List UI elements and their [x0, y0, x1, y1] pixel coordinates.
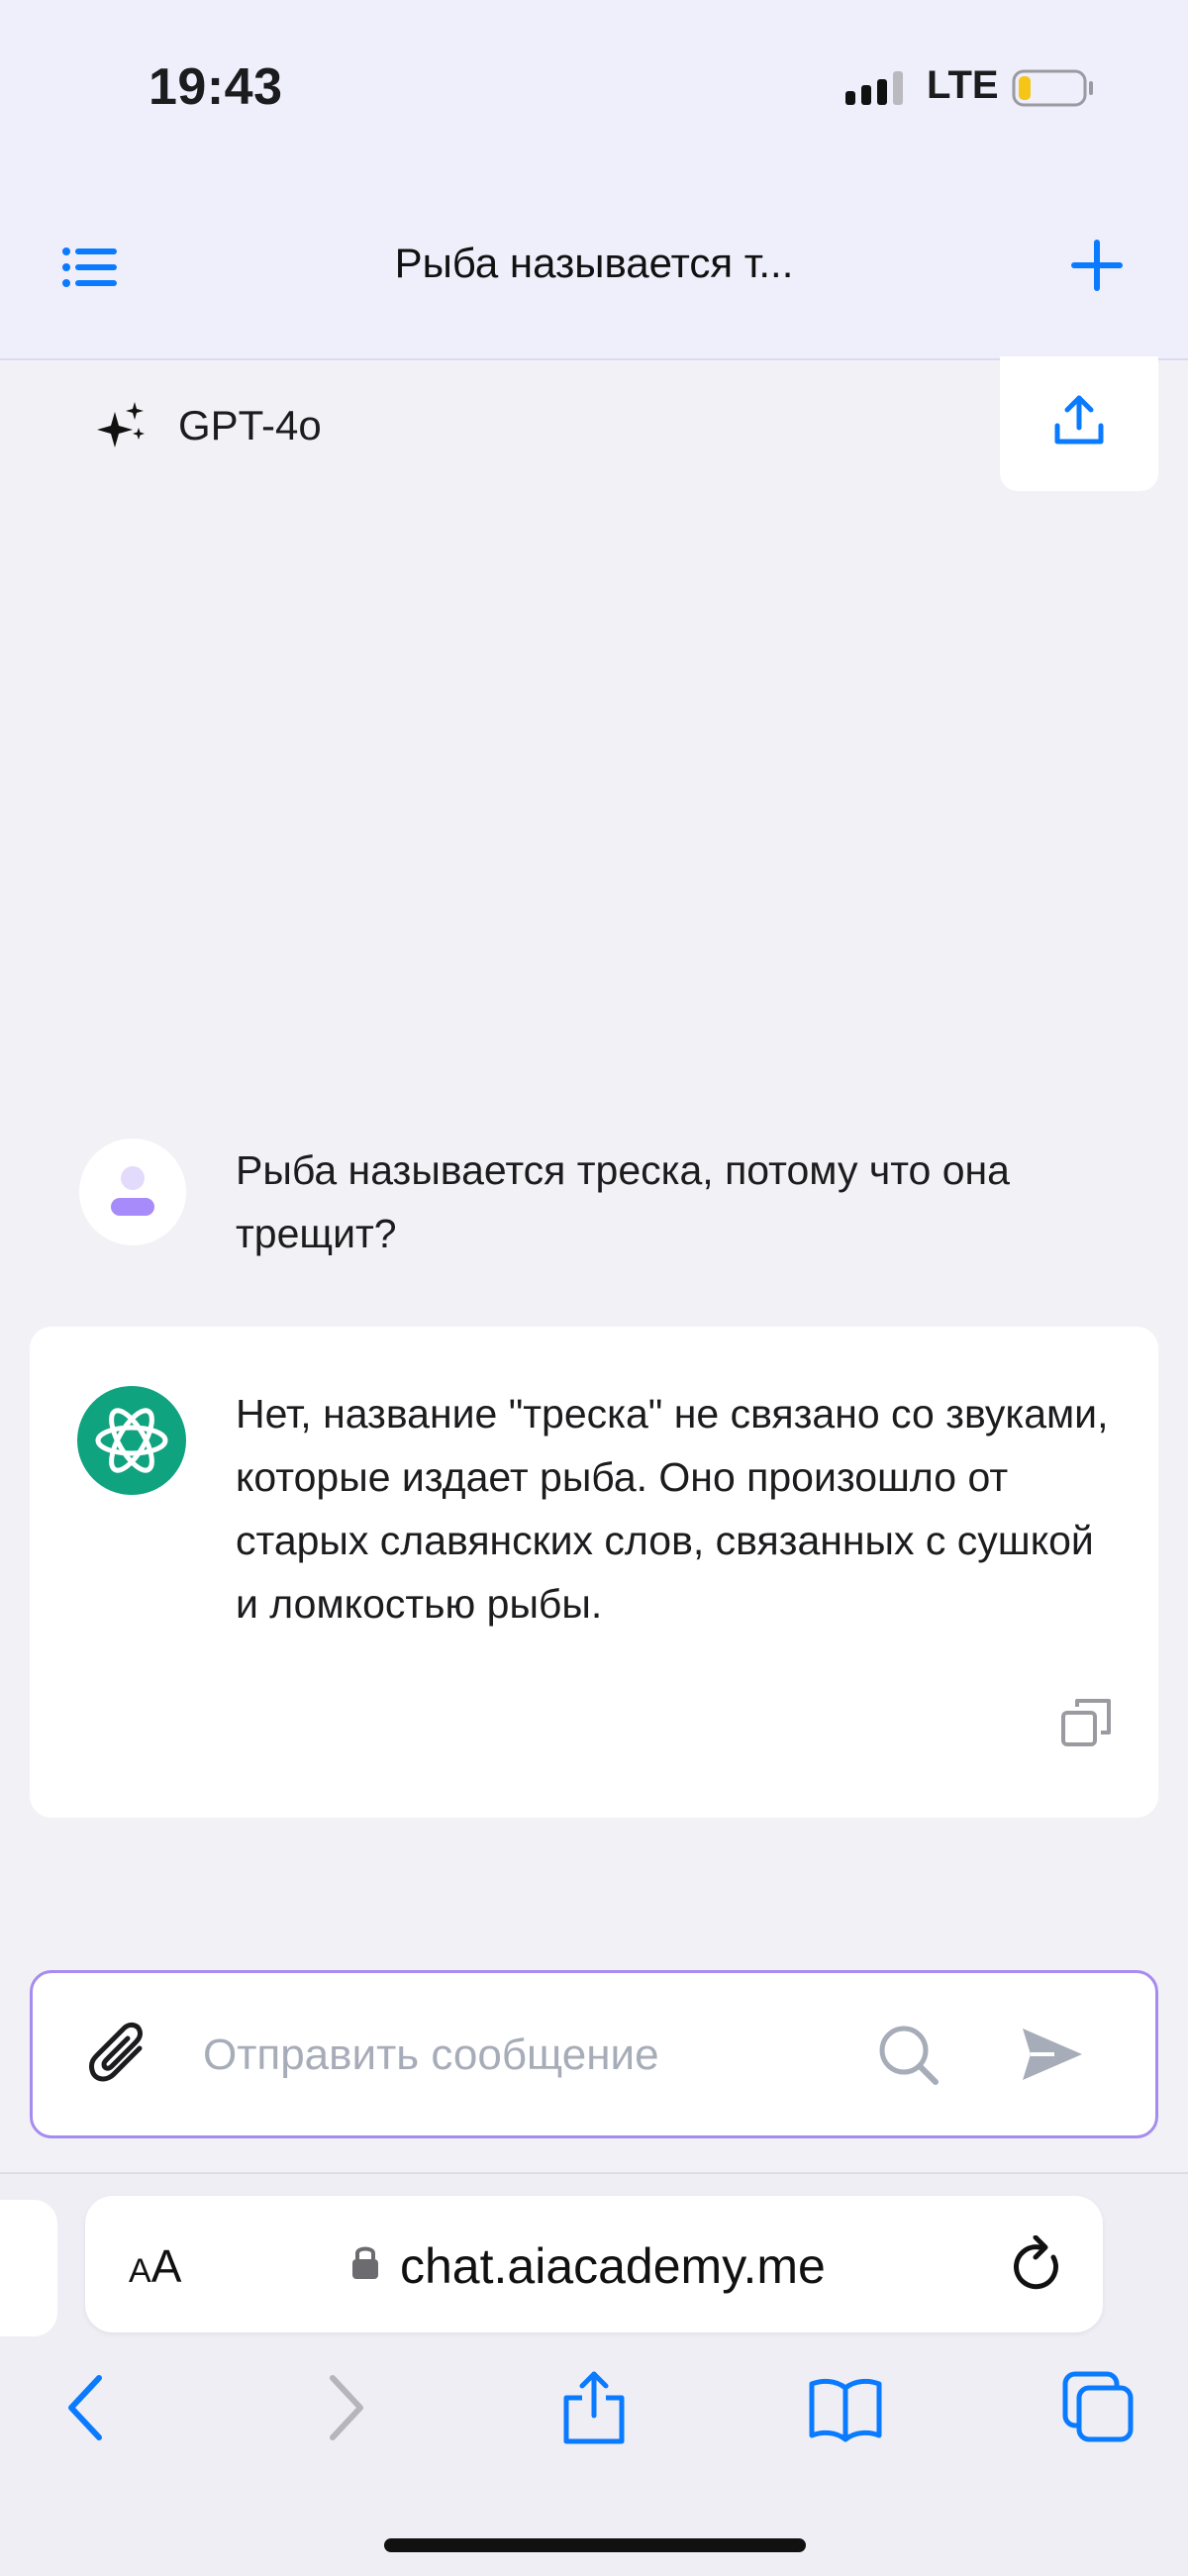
text-size-label-small: A [129, 2252, 151, 2290]
forward-arrow-icon[interactable] [307, 2370, 382, 2445]
upload-icon [1054, 395, 1104, 445]
network-type: LTE [927, 63, 999, 107]
list-menu-icon[interactable] [61, 246, 119, 289]
home-indicator [384, 2538, 806, 2552]
battery-icon [1012, 69, 1093, 107]
message-composer [30, 1970, 1158, 2138]
sparkles-icon [97, 402, 145, 447]
user-avatar [79, 1139, 186, 1245]
assistant-avatar [77, 1386, 186, 1495]
message-input[interactable] [203, 2013, 856, 2098]
back-arrow-icon[interactable] [50, 2370, 125, 2445]
user-message-text: Рыба называется треска, потому что она т… [236, 1147, 1010, 1256]
address-bar[interactable]: AA chat.aiacademy.me [85, 2196, 1103, 2332]
share-sheet-icon[interactable] [556, 2370, 632, 2445]
bookmarks-icon[interactable] [808, 2370, 883, 2445]
model-label[interactable]: GPT-4o [178, 402, 322, 449]
plus-icon[interactable] [1069, 238, 1125, 293]
tabs-icon[interactable] [1061, 2370, 1137, 2445]
text-size-button[interactable]: AA [129, 2239, 181, 2293]
chat-title: Рыба называется т... [394, 240, 794, 286]
lock-icon [352, 2246, 378, 2279]
cellular-signal-icon [845, 71, 903, 105]
browser-bottom-bar: AA chat.aiacademy.me [0, 2172, 1188, 2576]
user-icon [111, 1166, 154, 1216]
paperclip-icon[interactable] [84, 2019, 153, 2090]
text-size-label-large: A [150, 2240, 182, 2292]
assistant-message-text: Нет, название "треска" не связано со зву… [236, 1391, 1109, 1627]
copy-icon[interactable] [1059, 1695, 1115, 1750]
previous-tab-preview[interactable] [0, 2200, 57, 2336]
url-text: chat.aiacademy.me [400, 2238, 826, 2294]
search-icon[interactable] [876, 2023, 941, 2088]
assistant-message-card: Нет, название "треска" не связано со зву… [30, 1327, 1158, 1818]
reload-icon[interactable] [1010, 2235, 1065, 2293]
openai-logo-icon [95, 1408, 168, 1473]
top-header: 19:43 LTE Рыба называется т... [0, 0, 1188, 360]
share-button[interactable] [1000, 356, 1158, 491]
status-time: 19:43 [148, 58, 283, 116]
send-icon[interactable] [1021, 2025, 1084, 2084]
